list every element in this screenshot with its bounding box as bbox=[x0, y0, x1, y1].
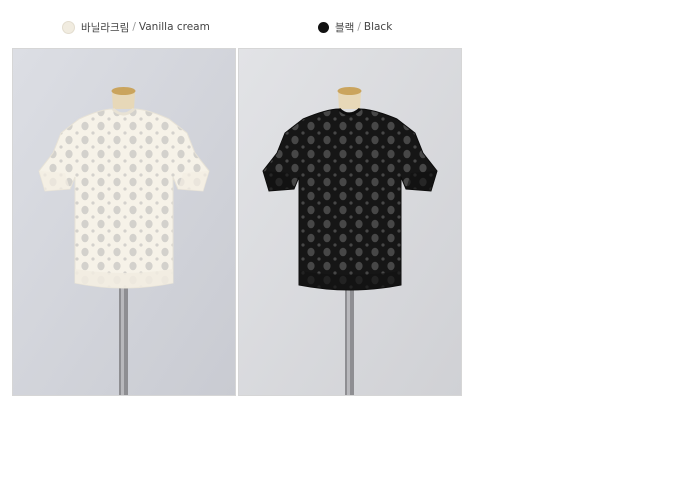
black-english-name: Black bbox=[363, 21, 393, 33]
vanilla-cream-korean-name: 바닐라크림 bbox=[81, 21, 130, 34]
label-separator: / bbox=[132, 21, 136, 33]
color-option-black: 블랙 / Black bbox=[318, 18, 392, 36]
color-option-vanilla-cream: 바닐라크림 / Vanilla cream bbox=[62, 18, 210, 36]
black-blouse-image bbox=[239, 49, 461, 395]
black-product-photo bbox=[238, 48, 462, 396]
black-swatch bbox=[318, 21, 329, 33]
label-separator: / bbox=[357, 21, 361, 33]
vanilla-cream-swatch bbox=[62, 20, 75, 34]
black-korean-name: 블랙 bbox=[335, 21, 355, 34]
vanilla-cream-blouse-image bbox=[13, 49, 235, 395]
vanilla-cream-english-name: Vanilla cream bbox=[138, 21, 210, 33]
vanilla-cream-product-photo bbox=[12, 48, 236, 396]
